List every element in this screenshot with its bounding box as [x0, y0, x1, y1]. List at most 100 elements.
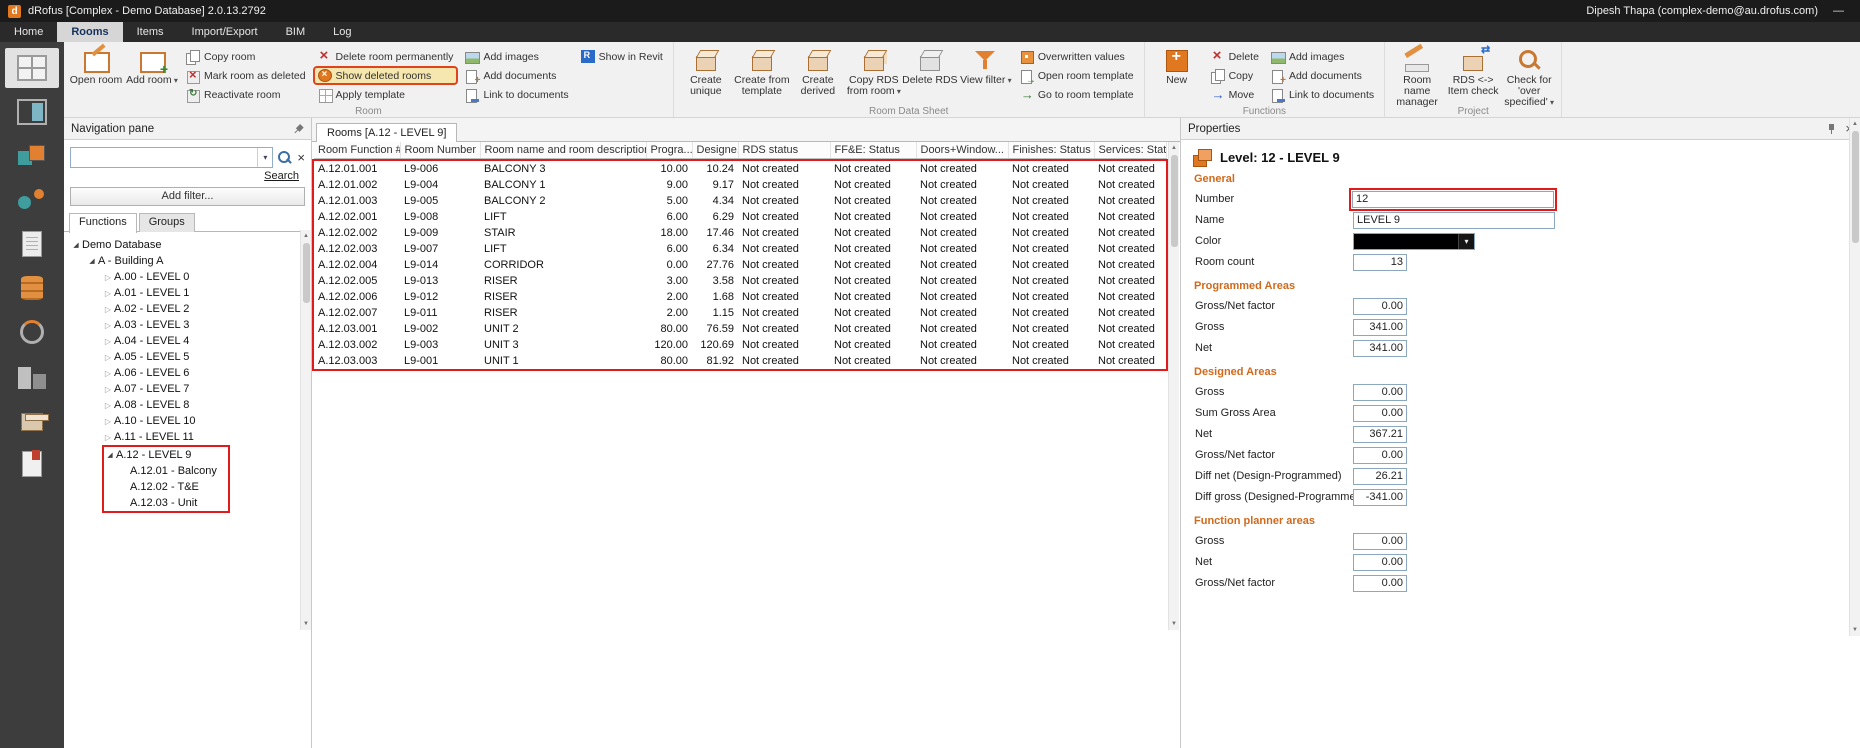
delete-rds-button[interactable]: Delete RDS [902, 44, 958, 97]
property-input-room-count[interactable]: 13 [1353, 254, 1407, 271]
table-row[interactable]: A.12.03.003L9-001UNIT 180.0081.92Not cre… [314, 353, 1166, 369]
overwritten-values-button[interactable]: Overwritten values [1015, 47, 1139, 66]
property-input-gross-net-factor[interactable]: 0.00 [1353, 575, 1407, 592]
property-input-diff-net-design-programmed[interactable]: 26.21 [1353, 468, 1407, 485]
copy-function-button[interactable]: Copy [1206, 66, 1264, 85]
table-row[interactable]: A.12.02.007L9-011RISER2.001.15Not create… [314, 305, 1166, 321]
search-icon[interactable] [278, 151, 292, 165]
delete-room-permanently-button[interactable]: Delete room permanently [313, 47, 459, 66]
scroll-thumb[interactable] [303, 243, 310, 303]
column-header-services-status[interactable]: Services: Status [1094, 142, 1166, 159]
scroll-down-icon[interactable]: ▼ [1169, 618, 1179, 630]
sidebar-module-doors[interactable] [5, 92, 59, 132]
pin-icon[interactable] [1825, 123, 1837, 135]
clear-search-icon[interactable]: × [297, 150, 305, 165]
column-header-rds-status[interactable]: RDS status [738, 142, 830, 159]
nav-scrollbar[interactable]: ▲ ▼ [300, 230, 311, 630]
table-row[interactable]: A.12.03.001L9-002UNIT 280.0076.59Not cre… [314, 321, 1166, 337]
property-input-gross[interactable]: 0.00 [1353, 384, 1407, 401]
create-from-template-button[interactable]: Create from template [734, 44, 790, 97]
table-row[interactable]: A.12.02.002L9-009STAIR18.0017.46Not crea… [314, 225, 1166, 241]
tree-item-a-01-level-1[interactable]: ▷A.01 - LEVEL 1 [64, 285, 311, 301]
nav-tab-groups[interactable]: Groups [139, 213, 195, 232]
table-row[interactable]: A.12.02.003L9-007LIFT6.006.34Not created… [314, 241, 1166, 257]
table-row[interactable]: A.12.01.001L9-006BALCONY 310.0010.24Not … [314, 161, 1166, 177]
add-documents-button[interactable]: Add documents [460, 66, 573, 85]
functions-add-documents-button[interactable]: Add documents [1266, 66, 1379, 85]
property-input-gross[interactable]: 0.00 [1353, 533, 1407, 550]
tree-collapsed-icon[interactable]: ▷ [102, 417, 114, 426]
show-deleted-rooms-button[interactable]: Show deleted rooms [313, 66, 459, 85]
scroll-down-icon[interactable]: ▼ [1850, 624, 1860, 636]
apply-template-button[interactable]: Apply template [313, 85, 459, 104]
tree-item-a-02-level-2[interactable]: ▷A.02 - LEVEL 2 [64, 301, 311, 317]
table-row[interactable]: A.12.02.006L9-012RISER2.001.68Not create… [314, 289, 1166, 305]
add-filter-button[interactable]: Add filter... [70, 187, 305, 206]
nav-tab-functions[interactable]: Functions [69, 213, 137, 233]
move-function-button[interactable]: Move [1206, 85, 1264, 104]
sidebar-module-buildings[interactable] [5, 356, 59, 396]
tree-collapsed-icon[interactable]: ▷ [102, 305, 114, 314]
show-in-revit-button[interactable]: Show in Revit [576, 47, 668, 66]
add-images-button[interactable]: Add images [460, 47, 573, 66]
sidebar-module-products[interactable] [5, 400, 59, 440]
sidebar-module-systems[interactable] [5, 180, 59, 220]
column-header-room-function[interactable]: Room Function #: [314, 142, 400, 159]
check-over-specified-button[interactable]: Check for 'over specified' ▾ [1501, 44, 1557, 108]
tree-item-a-11-level-11[interactable]: ▷A.11 - LEVEL 11 [64, 429, 311, 445]
ribbon-tab-bim[interactable]: BIM [272, 22, 320, 42]
table-row[interactable]: A.12.01.003L9-005BALCONY 25.004.34Not cr… [314, 193, 1166, 209]
ribbon-tab-home[interactable]: Home [0, 22, 57, 42]
tree-item-a-05-level-5[interactable]: ▷A.05 - LEVEL 5 [64, 349, 311, 365]
ribbon-tab-import-export[interactable]: Import/Export [178, 22, 272, 42]
property-input-net[interactable]: 0.00 [1353, 554, 1407, 571]
tree-collapsed-icon[interactable]: ▷ [102, 401, 114, 410]
tree-item-a-08-level-8[interactable]: ▷A.08 - LEVEL 8 [64, 397, 311, 413]
tab-rooms-level-9[interactable]: Rooms [A.12 - LEVEL 9] [316, 123, 457, 142]
tree-collapsed-icon[interactable]: ▷ [102, 289, 114, 298]
tree-collapsed-icon[interactable]: ▷ [102, 337, 114, 346]
tree-item-a-00-level-0[interactable]: ▷A.00 - LEVEL 0 [64, 269, 311, 285]
tree-collapsed-icon[interactable]: ▷ [102, 273, 114, 282]
scroll-down-icon[interactable]: ▼ [301, 618, 311, 630]
tree-collapsed-icon[interactable]: ▷ [102, 385, 114, 394]
ribbon-tab-log[interactable]: Log [319, 22, 365, 42]
mark-room-as-deleted-button[interactable]: Mark room as deleted [181, 66, 311, 85]
column-header-finishes-status[interactable]: Finishes: Status [1008, 142, 1094, 159]
open-room-template-button[interactable]: Open room template [1015, 66, 1139, 85]
delete-function-button[interactable]: Delete [1206, 47, 1264, 66]
tree-item-a-03-level-3[interactable]: ▷A.03 - LEVEL 3 [64, 317, 311, 333]
tree-collapsed-icon[interactable]: ▷ [102, 321, 114, 330]
link-to-documents-button[interactable]: Link to documents [460, 85, 573, 104]
open-room-button[interactable]: Open room [68, 44, 124, 86]
column-header-room-name-and-room-description[interactable]: Room name and room description [480, 142, 646, 159]
property-input-net[interactable]: 341.00 [1353, 340, 1407, 357]
column-header-ff-e-status[interactable]: FF&E: Status [830, 142, 916, 159]
property-input-diff-gross-designed-programmed[interactable]: -341.00 [1353, 489, 1407, 506]
tree-item-a-04-level-4[interactable]: ▷A.04 - LEVEL 4 [64, 333, 311, 349]
ribbon-tab-items[interactable]: Items [123, 22, 178, 42]
sidebar-module-database[interactable] [5, 268, 59, 308]
pin-icon[interactable] [290, 120, 307, 137]
scroll-thumb[interactable] [1171, 155, 1178, 247]
property-input-net[interactable]: 367.21 [1353, 426, 1407, 443]
table-row[interactable]: A.12.02.005L9-013RISER3.003.58Not create… [314, 273, 1166, 289]
tree-item-a-12-01-balcony[interactable]: A.12.01 - Balcony [104, 463, 228, 479]
sidebar-module-items[interactable] [5, 136, 59, 176]
column-header-designe[interactable]: Designe... [692, 142, 738, 159]
tree-item-a-building-a[interactable]: ◢A - Building A [64, 253, 311, 269]
create-unique-button[interactable]: Create unique [678, 44, 734, 97]
property-input-number[interactable]: 12 [1352, 191, 1554, 208]
tree-item-a-06-level-6[interactable]: ▷A.06 - LEVEL 6 [64, 365, 311, 381]
tree-expanded-icon[interactable]: ◢ [86, 257, 98, 265]
new-function-button[interactable]: New [1149, 44, 1205, 86]
search-input[interactable]: ▾ [70, 147, 273, 168]
column-header-room-number[interactable]: Room Number [400, 142, 480, 159]
properties-scrollbar[interactable]: ▲ ▼ [1849, 118, 1860, 636]
sidebar-module-reports[interactable] [5, 444, 59, 484]
column-header-progra[interactable]: Progra... [646, 142, 692, 159]
copy-rds-from-room-button[interactable]: Copy RDS from room ▾ [846, 44, 902, 97]
color-dropdown[interactable]: ▾ [1353, 233, 1475, 250]
property-input-sum-gross-area[interactable]: 0.00 [1353, 405, 1407, 422]
tree-item-a-07-level-7[interactable]: ▷A.07 - LEVEL 7 [64, 381, 311, 397]
